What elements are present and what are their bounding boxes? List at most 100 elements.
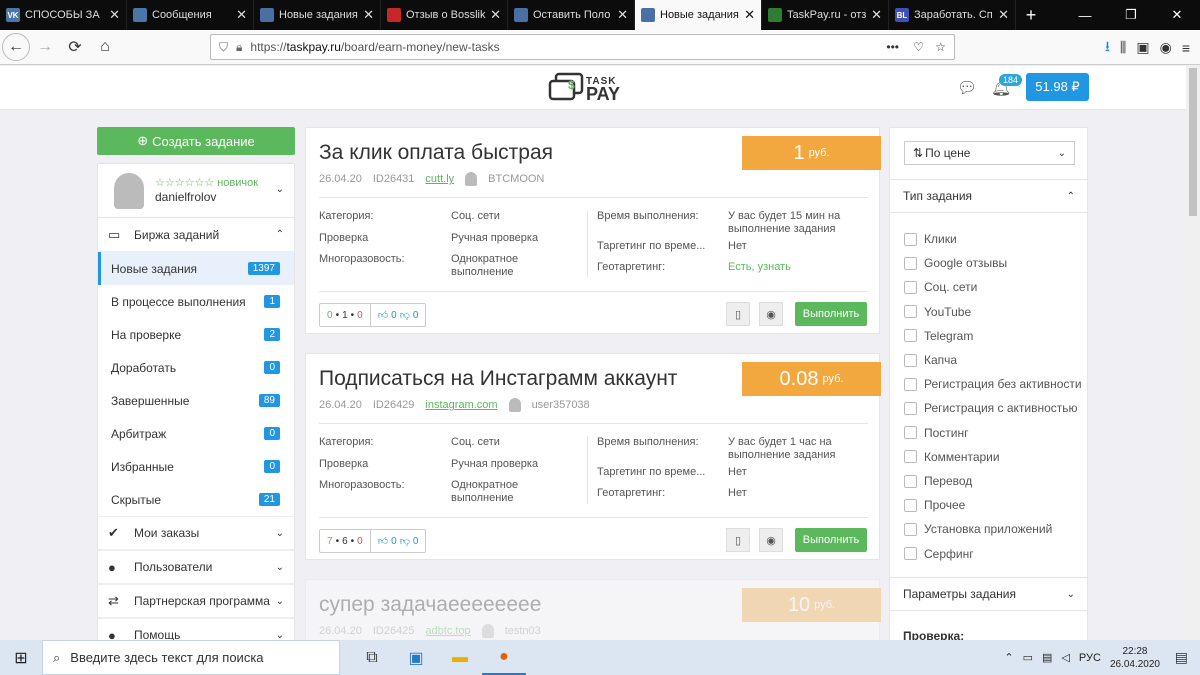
sort-select[interactable]: ⇅ По цене ⌄ [904,141,1075,165]
network-icon[interactable]: ▤ [1042,651,1052,664]
checkbox-box[interactable] [904,547,917,561]
task-type-checkbox[interactable]: Регистрация с активностью [904,401,1078,415]
browser-tab[interactable]: BL Заработать. Сп ✕ [889,0,1016,30]
address-bar[interactable]: ⛉ 🔒︎ https://taskpay.ru/board/earn-money… [210,34,955,60]
minimize-icon[interactable]: — [1062,0,1108,30]
task-type-checkbox[interactable]: Регистрация без активности [904,377,1082,391]
page-scrollbar[interactable] [1186,66,1200,640]
checkbox-box[interactable] [904,353,917,367]
task-view-icon[interactable]: ⧉ [350,640,394,675]
checkbox-box[interactable] [904,305,917,319]
chevron-up-icon[interactable]: ⌃ [1004,651,1013,664]
sidebar-item[interactable]: Доработать 0 [98,351,294,384]
close-tab-icon[interactable]: ✕ [363,7,374,23]
task-type-header[interactable]: Тип задания ⌃ [890,179,1087,213]
forward-icon[interactable]: → [30,32,60,62]
sidebar-item[interactable]: В процессе выполнения 1 [98,285,294,318]
checkbox-box[interactable] [904,522,917,536]
thumbs-down-icon[interactable]: 👎︎ [400,535,410,547]
hide-task-button[interactable]: ◉ [759,302,783,326]
home-icon[interactable]: ⌂ [90,32,120,62]
browser-tab[interactable]: Оставить Поло ✕ [508,0,635,30]
browser-tab[interactable]: VK СПОСОБЫ ЗА ✕ [0,0,127,30]
task-type-checkbox[interactable]: Комментарии [904,450,1000,464]
sidebar-item[interactable]: Завершенные 89 [98,384,294,417]
messages-icon[interactable]: 💬︎ [957,78,977,98]
task-author[interactable]: testn03 [505,625,541,637]
close-tab-icon[interactable]: ✕ [490,7,501,23]
thumbs-down-icon[interactable]: 👎︎ [400,309,410,321]
task-type-checkbox[interactable]: Прочее [904,498,965,512]
do-task-button[interactable]: Выполнить [795,302,867,326]
account-icon[interactable]: ◉ [1160,39,1172,56]
browser-tab[interactable]: Новые задания ✕ [254,0,381,30]
task-type-checkbox[interactable]: Клики [904,232,957,246]
reload-icon[interactable]: ⟳ [60,32,90,62]
hide-task-button[interactable]: ◉ [759,528,783,552]
maximize-icon[interactable]: ❐ [1108,0,1154,30]
checkbox-box[interactable] [904,498,917,512]
task-title[interactable]: Подписаться на Инстаграмм аккаунт [319,367,677,391]
task-type-checkbox[interactable]: Перевод [904,474,972,488]
firefox-icon[interactable]: ● [482,640,526,675]
close-window-icon[interactable]: ✕ [1154,0,1200,30]
thumbs-up-icon[interactable]: 👍︎ [378,309,388,321]
library-icon[interactable]: ⫼ [1120,39,1126,56]
geo-value[interactable]: Есть, узнать [728,261,791,274]
balance-button[interactable]: 51.98 ₽ [1026,73,1089,101]
task-author[interactable]: user357038 [532,399,590,411]
thumbs-up-icon[interactable]: 👍︎ [378,535,388,547]
close-tab-icon[interactable]: ✕ [998,7,1009,23]
language-indicator[interactable]: РУС [1079,652,1101,664]
task-type-checkbox[interactable]: Серфинг [904,547,974,561]
task-type-checkbox[interactable]: Telegram [904,329,973,343]
close-tab-icon[interactable]: ✕ [744,7,755,23]
task-type-checkbox[interactable]: Установка приложений [904,522,1052,536]
checkbox-box[interactable] [904,256,917,270]
task-type-checkbox[interactable]: YouTube [904,305,971,319]
checkbox-box[interactable] [904,377,917,391]
task-type-checkbox[interactable]: Постинг [904,426,969,440]
volume-icon[interactable]: ◁ [1061,651,1069,664]
task-author[interactable]: BTCMOON [488,173,544,185]
clock[interactable]: 22:28 26.04.2020 [1110,645,1160,671]
sidebar-icon[interactable]: ▣ [1136,39,1149,56]
battery-icon[interactable]: ▭ [1023,651,1033,664]
task-type-checkbox[interactable]: Соц. сети [904,280,977,294]
close-tab-icon[interactable]: ✕ [236,7,247,23]
do-task-button[interactable]: Выполнить [795,528,867,552]
checkbox-box[interactable] [904,280,917,294]
task-link[interactable]: adbtc.top [425,625,470,637]
taskpay-logo[interactable]: $ TASK PAY [548,70,630,106]
close-tab-icon[interactable]: ✕ [617,7,628,23]
taskbar-search[interactable]: ⌕ Введите здесь текст для поиска [42,640,340,675]
bookmark-button[interactable]: ▯ [726,528,750,552]
sidebar-item[interactable]: Скрытые 21 [98,483,294,516]
scrollbar-thumb[interactable] [1189,68,1197,216]
bookmark-star-icon[interactable]: ☆ [935,40,946,54]
checkbox-box[interactable] [904,232,917,246]
exchange-section-header[interactable]: ▭ Биржа заданий ⌃ [98,218,294,252]
menu-icon[interactable]: ≡ [1182,40,1190,56]
sidebar-section-header[interactable]: ● Помощь ⌄ [98,618,294,640]
download-icon[interactable]: ⭳ [1105,36,1110,60]
task-title[interactable]: За клик оплата быстрая [319,141,553,165]
desktop-app-icon[interactable]: ▣ [394,640,438,675]
new-tab-button[interactable]: + [1016,0,1046,30]
task-link[interactable]: cutt.ly [425,173,454,185]
windows-start-icon[interactable]: ⊞ [0,640,42,675]
notifications-icon[interactable]: ▤ [1175,649,1188,666]
browser-tab[interactable]: Сообщения ✕ [127,0,254,30]
browser-tab[interactable]: TaskPay.ru - отз ✕ [762,0,889,30]
browser-tab[interactable]: Отзыв о Bosslik ✕ [381,0,508,30]
sidebar-section-header[interactable]: ● Пользователи ⌄ [98,550,294,584]
chevron-down-icon[interactable]: ⌄ [276,184,284,195]
back-icon[interactable]: ← [2,33,30,61]
more-actions-icon[interactable]: ••• [886,40,899,54]
checkbox-box[interactable] [904,329,917,343]
task-type-checkbox[interactable]: Капча [904,353,957,367]
task-params-header[interactable]: Параметры задания ⌄ [890,577,1087,611]
close-tab-icon[interactable]: ✕ [871,7,882,23]
sidebar-item[interactable]: Арбитраж 0 [98,417,294,450]
task-type-checkbox[interactable]: Google отзывы [904,256,1007,270]
